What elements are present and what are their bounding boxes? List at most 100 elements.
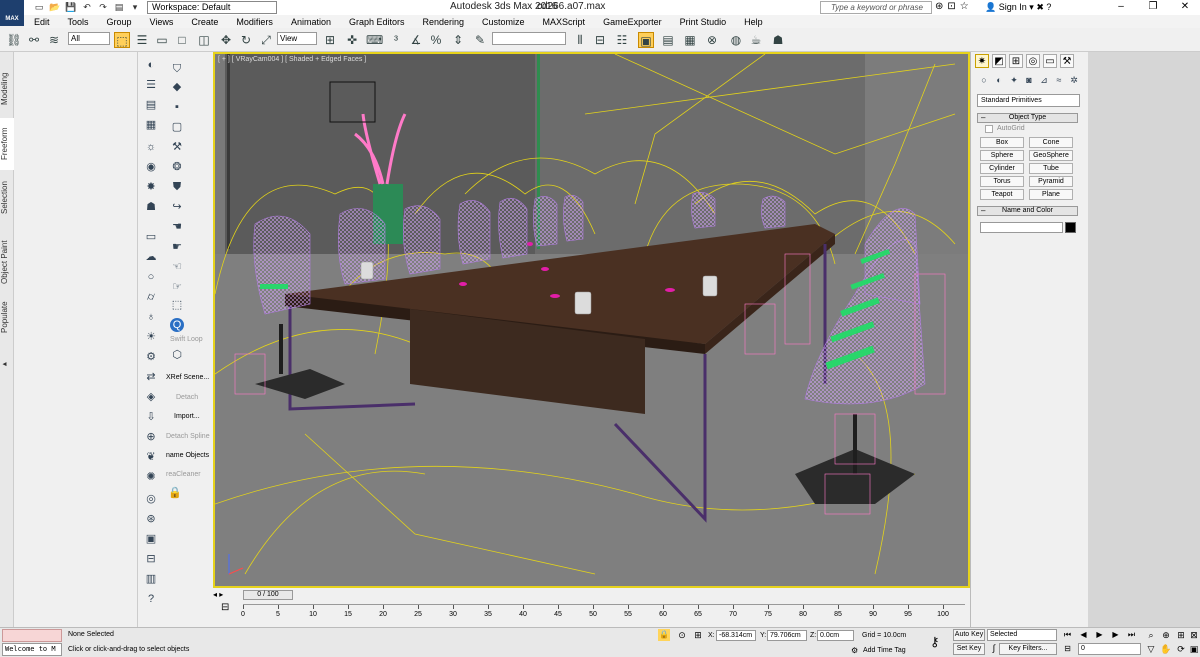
ribbon-expand-icon[interactable]: ▸ — [0, 360, 14, 370]
geosphere-button[interactable]: GeoSphere — [1029, 150, 1073, 161]
pivot-center-icon[interactable]: ⊞ — [322, 32, 338, 48]
named-selection-select[interactable] — [492, 32, 566, 45]
globe-icon[interactable]: ⊕ — [144, 430, 158, 444]
spinner-snap-icon[interactable]: ⇕ — [450, 32, 466, 48]
menu-gameexporter[interactable]: GameExporter — [594, 17, 671, 27]
patch-icon[interactable]: ⊛ — [144, 512, 158, 526]
save-icon[interactable]: 💾 — [64, 1, 78, 13]
menu-maxscript[interactable]: MAXScript — [534, 17, 595, 27]
leaf-icon[interactable]: ❦ — [144, 450, 158, 464]
swift-loop-label[interactable]: Swift Loop — [170, 336, 203, 343]
rename-objects-label[interactable]: name Objects — [166, 452, 209, 459]
helpers-icon[interactable]: ⊿ — [1038, 74, 1050, 86]
set-key-button[interactable]: Set Key — [953, 643, 985, 655]
tab-freeform[interactable]: Freeform — [0, 118, 14, 170]
select-object-icon[interactable]: ⬚ — [114, 32, 130, 48]
list-tool-icon[interactable]: ☰ — [144, 78, 158, 92]
unlink-icon[interactable]: ⚯ — [26, 32, 42, 48]
select-manipulate-icon[interactable]: ✜ — [344, 32, 360, 48]
hand-tool-icon[interactable]: ☚ — [170, 220, 184, 234]
hand2-tool-icon[interactable]: ☛ — [170, 240, 184, 254]
teapot-button[interactable]: Teapot — [980, 189, 1024, 200]
collapse-icon[interactable]: – — [981, 114, 985, 122]
minimize-button[interactable]: – — [1105, 0, 1137, 14]
sun-tool-icon[interactable]: ☀ — [144, 330, 158, 344]
gear-tool-icon[interactable]: ⚙ — [144, 350, 158, 364]
tab-populate[interactable]: Populate — [0, 298, 14, 336]
shield2-tool-icon[interactable]: ⛊ — [170, 180, 184, 194]
scale-icon[interactable]: ⤢ — [258, 32, 274, 48]
import-label[interactable]: Import... — [174, 413, 200, 420]
ref-coord-select[interactable]: View — [277, 32, 317, 45]
menu-views[interactable]: Views — [141, 17, 183, 27]
render-icon[interactable]: ☗ — [770, 32, 786, 48]
window-tool-icon[interactable]: ▢ — [170, 120, 184, 134]
cameras-icon[interactable]: ◙ — [1023, 74, 1035, 86]
cube-tool-icon[interactable]: ▥ — [144, 572, 158, 586]
cylinder-tool-icon[interactable]: ⌭ — [144, 290, 158, 304]
hand3-tool-icon[interactable]: ☜ — [170, 260, 184, 274]
cube-outline-icon[interactable]: ⬡ — [170, 348, 184, 362]
shield-tool-icon[interactable]: ⛉ — [170, 62, 184, 76]
current-frame-field[interactable]: 0 — [1078, 643, 1141, 655]
time-slider[interactable]: 0 / 100 — [243, 590, 293, 600]
new-file-icon[interactable]: ▭ — [32, 1, 46, 13]
app-logo[interactable]: MAX — [0, 0, 24, 26]
menu-print-studio[interactable]: Print Studio — [671, 17, 736, 27]
isolate-icon[interactable]: ⊙ — [676, 630, 688, 641]
workspace-select[interactable]: Workspace: Default — [147, 1, 277, 14]
slider-tool-icon[interactable]: ⊟ — [144, 552, 158, 566]
maxscript-listener-mini[interactable] — [2, 629, 62, 642]
key-mode-toggle-icon[interactable]: ⊟ — [1062, 644, 1073, 653]
prev-frame-icon[interactable]: ◀ — [1078, 630, 1089, 639]
bulb-tool-icon[interactable]: ♁ — [144, 310, 158, 324]
rotate-icon[interactable]: ↻ — [238, 32, 254, 48]
display-tab-icon[interactable]: ▭ — [1043, 54, 1057, 68]
track-bar[interactable]: 0 5 10 15 20 25 30 35 40 45 50 55 60 65 70 75 80 85 90 95 10… — [241, 604, 965, 626]
box-tool-icon[interactable]: ▭ — [144, 230, 158, 244]
menu-graph-editors[interactable]: Graph Editors — [340, 17, 414, 27]
utilities-tab-icon[interactable]: ⚒ — [1060, 54, 1074, 68]
systems-icon[interactable]: ✲ — [1068, 74, 1080, 86]
snap-3d-icon[interactable]: ³ — [388, 32, 404, 48]
cloud-tool-icon[interactable]: ☁ — [144, 250, 158, 264]
subscription-icon[interactable]: ⊡ — [947, 1, 955, 12]
menu-rendering[interactable]: Rendering — [414, 17, 474, 27]
curve-editor-icon[interactable]: ▦ — [682, 32, 698, 48]
percent-snap-icon[interactable]: % — [428, 32, 444, 48]
geometry-icon[interactable]: ○ — [978, 74, 990, 86]
fov-icon[interactable]: ▽ — [1145, 644, 1157, 655]
menu-customize[interactable]: Customize — [473, 17, 534, 27]
time-tag-icon[interactable]: ⚙ — [851, 646, 858, 655]
hand4-tool-icon[interactable]: ☞ — [170, 280, 184, 294]
crossing-icon[interactable]: ◫ — [196, 32, 212, 48]
key-mode-select[interactable]: Selected — [987, 629, 1057, 641]
restore-button[interactable]: ❐ — [1137, 0, 1169, 14]
window-crossing-icon[interactable]: □ — [174, 32, 190, 48]
tube-button[interactable]: Tube — [1029, 163, 1073, 174]
help-tool-icon[interactable]: ? — [144, 592, 158, 606]
scene-explorer-icon[interactable]: ▣ — [638, 32, 654, 48]
undo-icon[interactable]: ↶ — [80, 1, 94, 13]
open-file-icon[interactable]: 📂 — [48, 1, 62, 13]
go-end-icon[interactable]: ⏭ — [1126, 630, 1137, 640]
x-coord-field[interactable]: -68.314cm — [716, 630, 756, 641]
detach-spline-label[interactable]: Detach Spline — [166, 433, 210, 440]
keyboard-shortcut-icon[interactable]: ⌨ — [366, 32, 383, 48]
xref-icon[interactable]: ⇄ — [144, 370, 158, 384]
tab-selection[interactable]: Selection — [0, 176, 14, 220]
zoom-extents-all-icon[interactable]: ⊠ — [1188, 630, 1200, 641]
zoom-all-icon[interactable]: ⊕ — [1160, 630, 1172, 641]
sphere-button[interactable]: Sphere — [980, 150, 1024, 161]
align-icon[interactable]: ⊟ — [592, 32, 608, 48]
viewport-perspective[interactable]: [ + ] [ VRayCam004 ] [ Shaded + Edged Fa… — [213, 52, 970, 588]
go-start-icon[interactable]: ⏮ — [1062, 630, 1073, 640]
import-icon[interactable]: ⇩ — [144, 410, 158, 424]
camera-tool-icon[interactable]: ◉ — [144, 160, 158, 174]
autogrid-checkbox[interactable] — [985, 125, 993, 133]
cleaner-label[interactable]: reaCleaner — [166, 471, 201, 478]
shapes-icon[interactable]: ◐ — [993, 74, 1005, 86]
binoculars-icon[interactable]: ⊛ — [935, 1, 943, 12]
modify-tab-icon[interactable]: ◩ — [992, 54, 1006, 68]
absolute-mode-icon[interactable]: ⊞ — [692, 630, 704, 641]
